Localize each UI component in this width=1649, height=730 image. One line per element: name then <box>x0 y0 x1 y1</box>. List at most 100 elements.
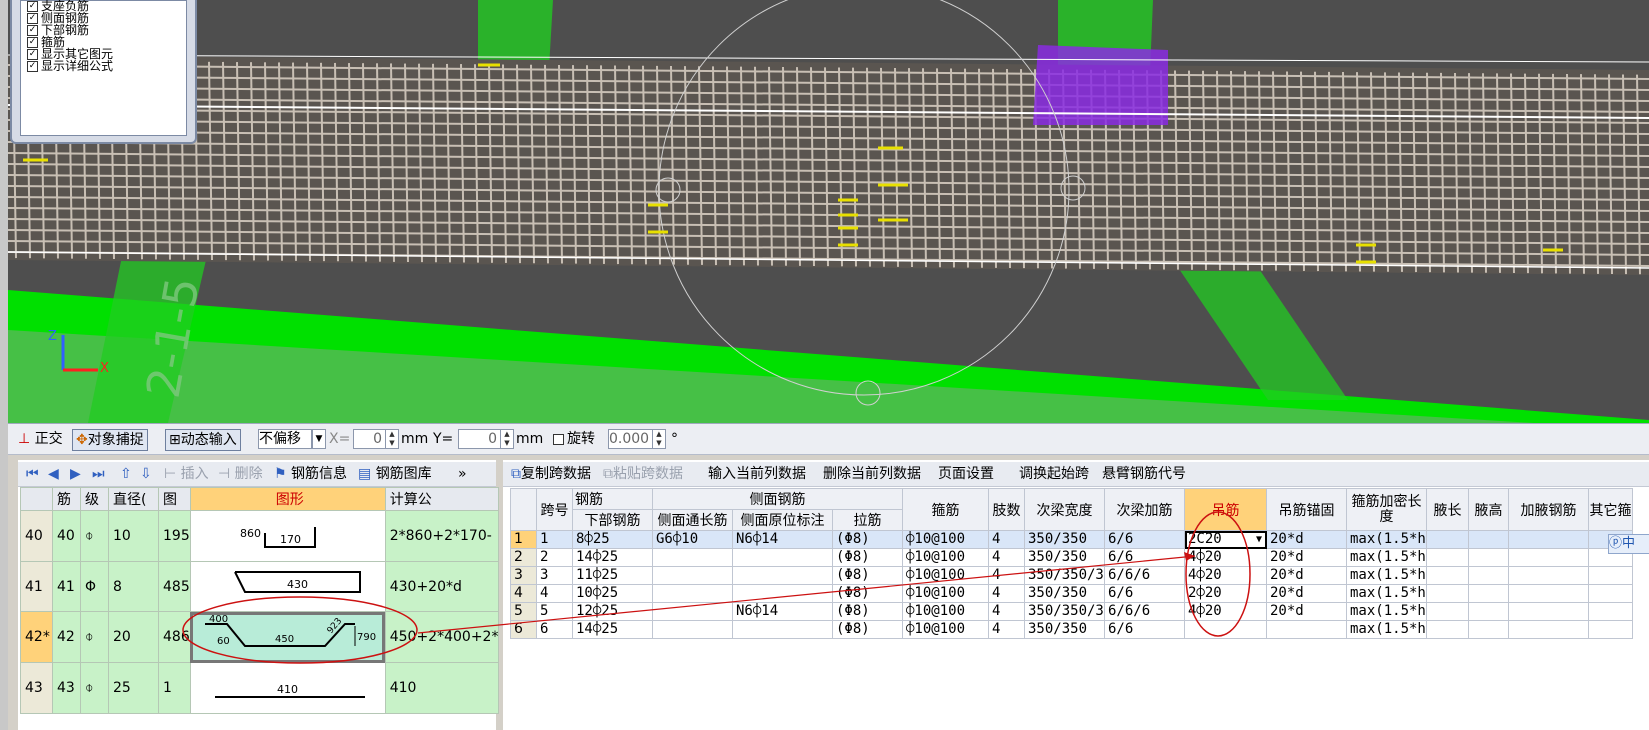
cell-span[interactable]: 6 <box>536 620 573 639</box>
row-number[interactable]: 3 <box>510 566 537 585</box>
col-shape[interactable]: 图形 <box>189 487 386 511</box>
col-haunch-length[interactable]: 腋长 <box>1426 488 1469 531</box>
cell-shape[interactable]: 860 170 <box>189 510 386 562</box>
cell-side-original[interactable]: N6⌽14 <box>732 530 833 549</box>
col-side-original[interactable]: 侧面原位标注 <box>732 509 833 531</box>
ime-indicator[interactable]: ⓟ中 <box>1608 534 1649 554</box>
cell-bar[interactable]: 41 <box>52 561 81 612</box>
object-snap-button[interactable]: ✥对象捕捉 <box>72 429 148 451</box>
cell-stirrup-length[interactable]: max(1.5*h <box>1346 584 1427 603</box>
cell-side-through[interactable] <box>652 584 733 603</box>
cell-stirrup[interactable]: ⌽10@100 <box>902 620 989 639</box>
cell-diameter[interactable]: 20 <box>108 611 159 663</box>
cell-legs[interactable]: 4 <box>988 548 1025 567</box>
cell-hanger-anchor[interactable]: 20*d <box>1266 602 1347 621</box>
cell-diameter[interactable]: 25 <box>108 662 159 714</box>
copy-span-button[interactable]: ⧉复制跨数据 <box>511 464 591 484</box>
cell-stirrup[interactable]: ⌽10@100 <box>902 548 989 567</box>
cell-tie[interactable]: (Φ8) <box>832 530 903 549</box>
cell-tie[interactable]: (Φ8) <box>832 548 903 567</box>
cell-secondary-width[interactable]: 350/350/3 <box>1024 566 1105 585</box>
cell-stirrup[interactable]: ⌽10@100 <box>902 566 989 585</box>
prev-record-icon[interactable]: ◀ <box>48 464 59 484</box>
cell-secondary-width[interactable]: 350/350 <box>1024 548 1105 567</box>
cell-empty[interactable] <box>1426 602 1469 621</box>
x-input[interactable]: 0 ▲ ▼ <box>353 429 399 449</box>
cell-formula[interactable]: 410 <box>384 662 500 714</box>
x-spinner-icon[interactable]: ▲ ▼ <box>385 430 398 448</box>
cell-secondary-width[interactable]: 350/350 <box>1024 620 1105 639</box>
cell-hanger-anchor[interactable]: 20*d <box>1266 530 1347 549</box>
col-secondary-width[interactable]: 次梁宽度 <box>1024 488 1105 531</box>
cell-empty[interactable] <box>1508 602 1589 621</box>
dynamic-input-button[interactable]: ⊞动态输入 <box>165 429 241 451</box>
offset-select[interactable]: 不偏移 <box>258 429 312 449</box>
cell-empty[interactable] <box>1468 584 1509 603</box>
cell-shape[interactable]: 410 <box>189 662 386 714</box>
cell-secondary-add[interactable]: 6/6 <box>1104 584 1185 603</box>
cell-empty[interactable] <box>1588 602 1633 621</box>
first-record-icon[interactable]: ⏮ <box>26 464 39 484</box>
col-bottom[interactable]: 下部钢筋 <box>572 509 653 531</box>
row-number[interactable]: 5 <box>510 602 537 621</box>
cell-empty[interactable] <box>1468 602 1509 621</box>
cell-side-through[interactable]: G6⌽10 <box>652 530 733 549</box>
cell-grade[interactable]: Φ <box>80 561 109 612</box>
col-secondary-add[interactable]: 次梁加筋 <box>1104 488 1185 531</box>
cell-formula[interactable]: 2*860+2*170- <box>384 510 500 562</box>
cell-secondary-add[interactable]: 6/6 <box>1104 530 1185 549</box>
cell-fig[interactable]: 486 <box>158 611 191 663</box>
col-formula[interactable]: 计算公 <box>384 487 500 511</box>
cell-hanger-anchor[interactable]: 20*d <box>1266 584 1347 603</box>
col-bar[interactable]: 筋 <box>52 487 81 511</box>
cell-grade[interactable]: ⌽ <box>80 611 109 663</box>
page-setup-button[interactable]: 页面设置 <box>938 464 994 484</box>
cell-stirrup[interactable]: ⌽10@100 <box>902 530 989 549</box>
left-splitter[interactable] <box>10 460 16 730</box>
cell-empty[interactable] <box>1426 530 1469 549</box>
row-number[interactable]: 2 <box>510 548 537 567</box>
row-number[interactable]: 4 <box>510 584 537 603</box>
cell-stirrup-length[interactable]: max(1.5*h <box>1346 530 1427 549</box>
cell-secondary-width[interactable]: 350/350 <box>1024 530 1105 549</box>
cell-empty[interactable] <box>1468 566 1509 585</box>
cell-secondary-width[interactable]: 350/350 <box>1024 584 1105 603</box>
col-other[interactable]: 其它箍 <box>1588 488 1633 531</box>
cell-formula[interactable]: 450+2*400+2* <box>384 611 500 663</box>
cell-hanger[interactable] <box>1184 620 1267 639</box>
cell-legs[interactable]: 4 <box>988 530 1025 549</box>
cell-side-original[interactable]: N6⌽14 <box>732 602 833 621</box>
col-diameter[interactable]: 直径( <box>108 487 159 511</box>
cell-tie[interactable]: (Φ8) <box>832 566 903 585</box>
cell-bottom[interactable]: 12⌽25 <box>572 602 653 621</box>
cell-bar[interactable]: 40 <box>52 510 81 562</box>
cell-diameter[interactable]: 8 <box>108 561 159 612</box>
cell-side-through[interactable] <box>652 566 733 585</box>
cell-hanger[interactable]: 4⌽20 <box>1184 602 1267 621</box>
cell-side-original[interactable] <box>732 620 833 639</box>
cell-legs[interactable]: 4 <box>988 584 1025 603</box>
cell-formula[interactable]: 430+20*d <box>384 561 500 612</box>
cell-side-through[interactable] <box>652 602 733 621</box>
cell-bar[interactable]: 43 <box>52 662 81 714</box>
y-input[interactable]: 0 ▲ ▼ <box>458 429 514 449</box>
cell-diameter[interactable]: 10 <box>108 510 159 562</box>
cell-side-through[interactable] <box>652 548 733 567</box>
cell-empty[interactable] <box>1468 548 1509 567</box>
cell-empty[interactable] <box>1468 530 1509 549</box>
row-number[interactable]: 40 <box>20 510 53 562</box>
next-record-icon[interactable]: ▶ <box>70 464 81 484</box>
input-column-button[interactable]: 输入当前列数据 <box>708 464 806 484</box>
cell-empty[interactable] <box>1508 530 1589 549</box>
checkbox[interactable]: ✓ <box>27 37 38 48</box>
offset-dropdown-icon[interactable]: ▼ <box>312 429 326 449</box>
cell-fig[interactable]: 485 <box>158 561 191 612</box>
cell-stirrup-length[interactable]: max(1.5*h <box>1346 602 1427 621</box>
cantilever-code-button[interactable]: 悬臂钢筋代号 <box>1102 464 1186 484</box>
rotate-checkbox[interactable]: 旋转 <box>553 429 595 449</box>
rotate-check-icon[interactable] <box>553 433 564 445</box>
cell-stirrup[interactable]: ⌽10@100 <box>902 602 989 621</box>
cell-legs[interactable]: 4 <box>988 566 1025 585</box>
cell-secondary-add[interactable]: 6/6/6 <box>1104 602 1185 621</box>
cell-hanger-anchor[interactable]: 20*d <box>1266 548 1347 567</box>
